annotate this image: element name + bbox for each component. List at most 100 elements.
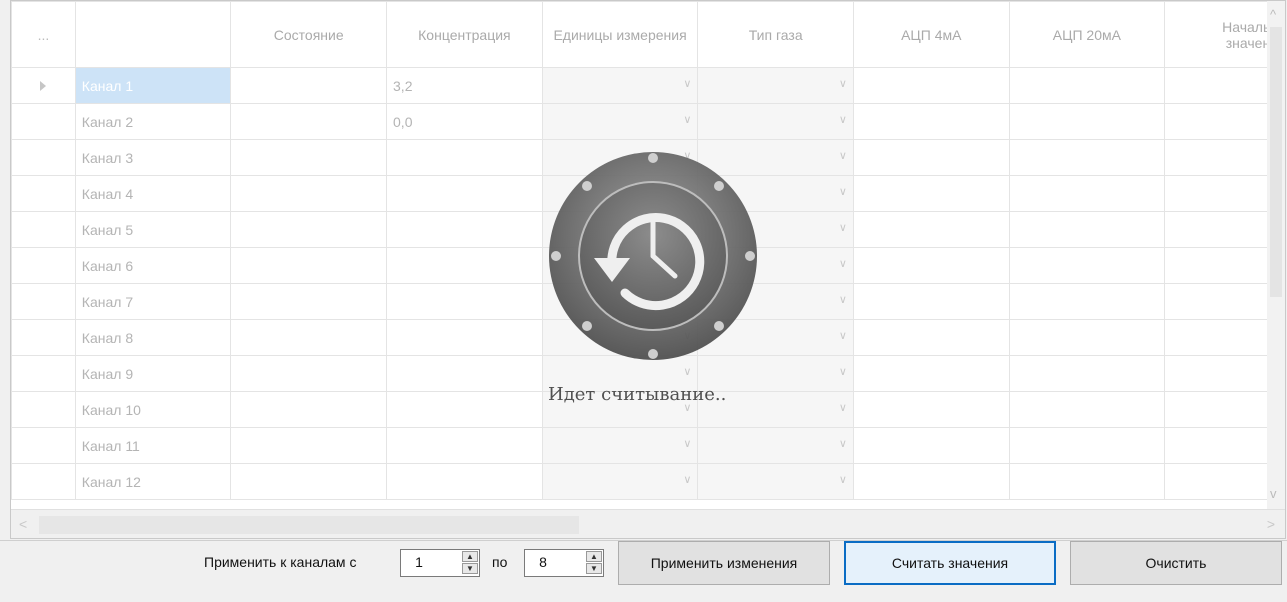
channel-name-cell[interactable]: Канал 7 (74, 283, 232, 320)
adc-20ma-cell[interactable] (1008, 427, 1166, 464)
chevron-down-icon[interactable]: ∨ (839, 149, 847, 162)
state-cell[interactable] (230, 211, 388, 248)
decrement-icon[interactable]: ▼ (462, 563, 478, 574)
gas-type-combo-cell[interactable]: ∨ (697, 103, 854, 140)
concentration-cell[interactable] (386, 283, 543, 320)
gas-type-combo-cell[interactable]: ∨ (697, 427, 854, 464)
row-header[interactable] (11, 355, 76, 392)
concentration-cell[interactable] (386, 463, 543, 500)
row-header[interactable] (11, 139, 76, 176)
state-cell[interactable] (230, 67, 388, 104)
adc-20ma-cell[interactable] (1008, 175, 1166, 212)
chevron-down-icon[interactable]: ∨ (839, 473, 847, 486)
adc-20ma-cell[interactable] (1008, 139, 1166, 176)
horizontal-scrollbar[interactable]: < > (11, 509, 1285, 538)
units-combo-cell[interactable]: ∨ (541, 463, 699, 500)
concentration-cell[interactable] (386, 427, 543, 464)
adc-20ma-cell[interactable] (1008, 355, 1166, 392)
row-header[interactable] (11, 391, 76, 428)
chevron-down-icon[interactable]: ∨ (839, 221, 847, 234)
apply-changes-button[interactable]: Применить изменения (618, 541, 830, 585)
row-header[interactable] (11, 67, 76, 104)
concentration-cell[interactable] (386, 319, 543, 356)
adc-20ma-cell[interactable] (1008, 283, 1166, 320)
chevron-down-icon[interactable]: ∨ (839, 293, 847, 306)
chevron-down-icon[interactable]: ∨ (683, 113, 691, 126)
column-header-adc-4ma[interactable]: АЦП 4мА (852, 1, 1010, 68)
chevron-down-icon[interactable]: ∨ (839, 113, 847, 126)
row-header[interactable] (11, 463, 76, 500)
read-values-button[interactable]: Считать значения (844, 541, 1056, 585)
chevron-down-icon[interactable]: ∨ (839, 185, 847, 198)
state-cell[interactable] (230, 139, 388, 176)
channel-name-cell[interactable]: Канал 8 (74, 319, 232, 356)
adc-20ma-cell[interactable] (1008, 247, 1166, 284)
column-header-adc-20ma[interactable]: АЦП 20мА (1008, 1, 1166, 68)
chevron-down-icon[interactable]: ∨ (839, 329, 847, 342)
channel-name-cell[interactable]: Канал 4 (74, 175, 232, 212)
state-cell[interactable] (230, 247, 388, 284)
concentration-cell[interactable]: 3,2 (386, 67, 543, 104)
chevron-down-icon[interactable]: ∨ (839, 257, 847, 270)
adc-4ma-cell[interactable] (852, 211, 1010, 248)
row-header[interactable] (11, 211, 76, 248)
grid-corner-header[interactable]: ... (11, 1, 76, 68)
vertical-scroll-thumb[interactable] (1270, 27, 1282, 297)
adc-4ma-cell[interactable] (852, 463, 1010, 500)
adc-4ma-cell[interactable] (852, 175, 1010, 212)
units-combo-cell[interactable]: ∨ (541, 103, 699, 140)
clear-button[interactable]: Очистить (1070, 541, 1282, 585)
state-cell[interactable] (230, 463, 388, 500)
chevron-down-icon[interactable]: ∨ (683, 473, 691, 486)
scroll-right-icon[interactable]: > (1267, 516, 1275, 532)
table-row[interactable]: Канал 2 0,0 ∨ ∨ (11, 103, 1285, 140)
scroll-down-icon[interactable]: v (1270, 486, 1277, 501)
adc-20ma-cell[interactable] (1008, 211, 1166, 248)
row-header[interactable] (11, 175, 76, 212)
adc-20ma-cell[interactable] (1008, 391, 1166, 428)
scroll-up-icon[interactable]: ^ (1270, 7, 1276, 22)
channel-name-cell[interactable]: Канал 12 (74, 463, 232, 500)
gas-type-combo-cell[interactable]: ∨ (697, 67, 854, 104)
chevron-down-icon[interactable]: ∨ (839, 365, 847, 378)
state-cell[interactable] (230, 355, 388, 392)
vertical-scrollbar[interactable]: ^ v (1267, 1, 1285, 509)
channel-from-stepper[interactable]: 1 ▲ ▼ (400, 549, 480, 577)
column-header-concentration[interactable]: Концентрация (386, 1, 543, 68)
column-header-name[interactable] (74, 1, 232, 68)
concentration-cell[interactable] (386, 355, 543, 392)
row-header[interactable] (11, 319, 76, 356)
increment-icon[interactable]: ▲ (462, 551, 478, 562)
concentration-cell[interactable] (386, 175, 543, 212)
adc-4ma-cell[interactable] (852, 67, 1010, 104)
table-row[interactable]: Канал 12 ∨ ∨ (11, 463, 1285, 500)
concentration-cell[interactable] (386, 139, 543, 176)
row-header[interactable] (11, 427, 76, 464)
row-header[interactable] (11, 283, 76, 320)
column-header-units[interactable]: Единицы измерения (541, 1, 699, 68)
scroll-left-icon[interactable]: < (19, 516, 27, 532)
column-header-gas-type[interactable]: Тип газа (697, 1, 854, 68)
chevron-down-icon[interactable]: ∨ (683, 437, 691, 450)
channel-to-stepper-buttons[interactable]: ▲ ▼ (586, 551, 602, 575)
units-combo-cell[interactable]: ∨ (541, 427, 699, 464)
adc-4ma-cell[interactable] (852, 355, 1010, 392)
channel-name-cell[interactable]: Канал 2 (74, 103, 232, 140)
chevron-down-icon[interactable]: ∨ (683, 77, 691, 90)
adc-20ma-cell[interactable] (1008, 67, 1166, 104)
adc-20ma-cell[interactable] (1008, 463, 1166, 500)
adc-4ma-cell[interactable] (852, 319, 1010, 356)
gas-type-combo-cell[interactable]: ∨ (697, 463, 854, 500)
units-combo-cell[interactable]: ∨ (541, 67, 699, 104)
channel-from-stepper-buttons[interactable]: ▲ ▼ (462, 551, 478, 575)
channel-from-value[interactable]: 1 (401, 554, 437, 570)
channel-name-cell[interactable]: Канал 11 (74, 427, 232, 464)
channel-name-cell[interactable]: Канал 9 (74, 355, 232, 392)
channel-name-cell[interactable]: Канал 3 (74, 139, 232, 176)
state-cell[interactable] (230, 175, 388, 212)
channel-name-cell[interactable]: Канал 6 (74, 247, 232, 284)
row-header[interactable] (11, 247, 76, 284)
concentration-cell[interactable]: 0,0 (386, 103, 543, 140)
adc-20ma-cell[interactable] (1008, 103, 1166, 140)
channel-to-value[interactable]: 8 (525, 554, 561, 570)
